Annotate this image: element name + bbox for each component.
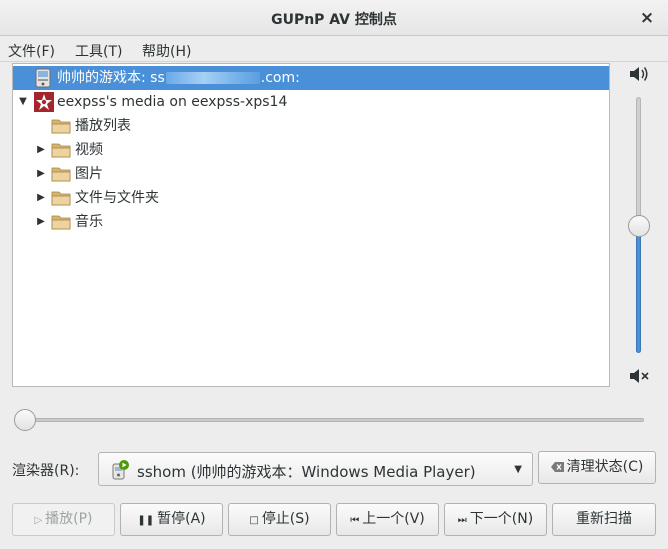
window-title: GUPnP AV 控制点 xyxy=(271,12,397,28)
device-tree[interactable]: 帅帅的游戏本: ss .com: ▼ eexpss's media on eexp… xyxy=(12,63,610,387)
seek-slider-handle[interactable] xyxy=(14,409,36,431)
tree-row-folder[interactable]: 播放列表 xyxy=(13,114,609,138)
folder-icon xyxy=(51,167,71,182)
clear-state-button[interactable]: 清理状态(C) xyxy=(538,451,656,484)
rescan-button[interactable]: 重新扫描 xyxy=(552,503,656,536)
folder-icon xyxy=(51,143,71,158)
menu-tools[interactable]: 工具(T) xyxy=(75,41,122,61)
tree-row-label: 帅帅的游戏本: ss .com: xyxy=(57,70,300,86)
tree-row-label: 文件与文件夹 xyxy=(75,190,159,206)
pause-button[interactable]: ❚❚ 暂停(A) xyxy=(120,503,223,536)
tree-row-folder[interactable]: ▶ 文件与文件夹 xyxy=(13,186,609,210)
folder-icon xyxy=(51,191,71,206)
expander-collapsed-icon[interactable]: ▶ xyxy=(35,186,47,210)
tree-row-folder[interactable]: ▶ 视频 xyxy=(13,138,609,162)
volume-high-icon xyxy=(630,67,648,81)
expander-expanded-icon[interactable]: ▼ xyxy=(17,90,29,114)
media-server-icon xyxy=(34,92,54,112)
tree-row-label: eexpss's media on eexpss-xps14 xyxy=(57,94,288,110)
tree-row-device[interactable]: 帅帅的游戏本: ss .com: xyxy=(13,66,609,90)
menu-bar: 文件(F) 工具(T) 帮助(H) xyxy=(0,37,668,62)
stop-icon: □ xyxy=(249,515,259,526)
menu-file[interactable]: 文件(F) xyxy=(8,41,55,61)
seek-slider-track[interactable] xyxy=(18,418,644,422)
play-icon: ▷ xyxy=(34,515,43,526)
expander-collapsed-icon[interactable]: ▶ xyxy=(35,210,47,234)
chevron-down-icon: ▼ xyxy=(514,464,522,475)
next-icon: ⏭ xyxy=(457,515,467,526)
folder-icon xyxy=(51,215,71,230)
redacted-text xyxy=(165,72,260,84)
previous-button[interactable]: ⏮ 上一个(V) xyxy=(336,503,439,536)
pause-icon: ❚❚ xyxy=(137,515,155,526)
play-button[interactable]: ▷ 播放(P) xyxy=(12,503,115,536)
tree-row-media-server[interactable]: ▼ eexpss's media on eexpss-xps14 xyxy=(13,90,609,114)
expander-collapsed-icon[interactable]: ▶ xyxy=(35,162,47,186)
tree-row-label: 图片 xyxy=(75,166,103,182)
tree-row-label: 播放列表 xyxy=(75,118,131,134)
renderer-device-icon xyxy=(112,460,129,480)
computer-icon xyxy=(35,68,51,88)
renderer-selected-value: sshom (帅帅的游戏本：Windows Media Player) xyxy=(137,463,476,481)
expander-collapsed-icon[interactable]: ▶ xyxy=(35,138,47,162)
next-button[interactable]: ⏭ 下一个(N) xyxy=(444,503,547,536)
clear-icon xyxy=(550,462,564,472)
menu-help[interactable]: 帮助(H) xyxy=(142,41,191,61)
renderer-combo[interactable]: sshom (帅帅的游戏本：Windows Media Player) ▼ xyxy=(98,452,533,486)
volume-slider-handle[interactable] xyxy=(628,215,650,237)
previous-icon: ⏮ xyxy=(350,515,360,526)
close-button[interactable]: × xyxy=(636,7,658,29)
renderer-label: 渲染器(R): xyxy=(12,463,80,479)
folder-icon xyxy=(51,119,71,134)
tree-row-folder[interactable]: ▶ 图片 xyxy=(13,162,609,186)
title-bar: GUPnP AV 控制点 × xyxy=(0,0,668,36)
tree-row-label: 音乐 xyxy=(75,214,103,230)
volume-slider-fill xyxy=(636,226,641,353)
stop-button[interactable]: □ 停止(S) xyxy=(228,503,331,536)
volume-muted-icon xyxy=(630,369,649,383)
tree-row-label: 视频 xyxy=(75,142,103,158)
tree-row-folder[interactable]: ▶ 音乐 xyxy=(13,210,609,234)
